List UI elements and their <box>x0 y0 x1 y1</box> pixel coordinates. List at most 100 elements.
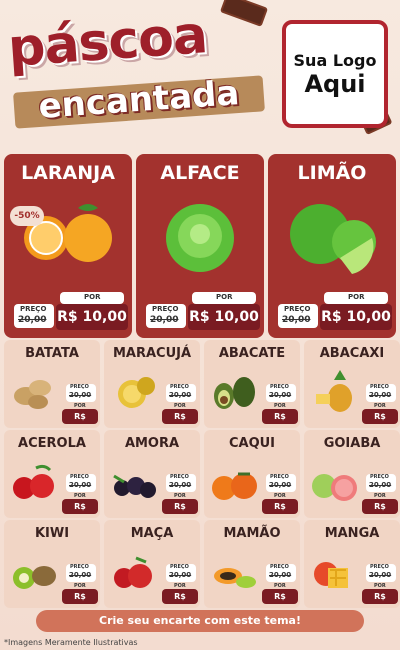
old-price: 20,00 <box>150 315 179 325</box>
apple-icon <box>114 556 152 588</box>
new-price: R$ 10,00 <box>188 304 260 330</box>
product-card[interactable]: KIWIPREÇO20,00PORR$ 10,00 <box>4 520 100 608</box>
product-name: ACEROLA <box>18 436 86 451</box>
new-price: R$ 10,00 <box>262 409 298 428</box>
disclaimer-note: *Imagens Meramente Ilustrativas <box>4 638 138 647</box>
title-line2-banner: encantada <box>13 73 265 129</box>
old-price: 20,00 <box>369 481 392 489</box>
product-card[interactable]: BATATAPREÇO20,00PORR$ 10,00 <box>4 340 100 428</box>
new-price: R$ 10,00 <box>56 304 128 330</box>
kiwi-icon <box>13 566 56 589</box>
old-price-box: PREÇO 20,00 <box>66 474 96 492</box>
featured-card[interactable]: ALFACE PREÇO 20,00 POR R$ 10,00 <box>136 154 264 338</box>
new-price: R$ 10,00 <box>162 589 198 608</box>
price-label: PREÇO <box>170 564 189 570</box>
old-price: 20,00 <box>269 391 292 399</box>
new-price: R$ 10,00 <box>362 589 398 608</box>
product-name: AMORA <box>124 436 180 451</box>
old-price: 20,00 <box>169 391 192 399</box>
new-price: R$ 10,00 <box>162 409 198 428</box>
product-name: MARACUJÁ <box>112 346 192 361</box>
new-price-tag: POR <box>192 292 256 304</box>
old-price-box: PREÇO 20,00 <box>366 384 396 402</box>
acerola-icon <box>13 464 54 499</box>
new-price-label: POR <box>348 293 365 301</box>
price-label: PREÇO <box>170 384 189 390</box>
product-card[interactable]: MAÇAPREÇO20,00PORR$ 10,00 <box>104 520 200 608</box>
logo-line1: Sua Logo <box>293 50 377 70</box>
product-name: ABACATE <box>218 346 286 361</box>
new-price: R$ 10,00 <box>362 499 398 518</box>
old-price-box: PREÇO 20,00 <box>146 304 186 328</box>
old-price-box: PREÇO 20,00 <box>266 474 296 492</box>
new-price-tag: POR <box>324 292 388 304</box>
passionfruit-icon <box>118 377 155 408</box>
new-price: R$ 10,00 <box>262 499 298 518</box>
product-card[interactable]: CAQUIPREÇO20,00PORR$ 10,00 <box>204 430 300 518</box>
old-price: 20,00 <box>282 315 311 325</box>
lime-icon <box>290 204 376 274</box>
product-name: BATATA <box>25 346 79 361</box>
product-name: LIMÃO <box>297 162 367 184</box>
title-line2: encantada <box>37 73 241 127</box>
product-card[interactable]: GOIABAPREÇO20,00PORR$ 10,00 <box>304 430 400 518</box>
price-label: PREÇO <box>270 474 289 480</box>
new-price: R$ 10,00 <box>62 409 98 428</box>
old-price: 20,00 <box>69 571 92 579</box>
new-price: R$ 10,00 <box>62 499 98 518</box>
new-price: R$ 10,00 <box>162 499 198 518</box>
product-card[interactable]: ABACAXIPREÇO20,00PORR$ 10,00 <box>304 340 400 428</box>
old-price: 20,00 <box>269 571 292 579</box>
new-price-label: POR <box>84 293 101 301</box>
old-price: 20,00 <box>18 315 47 325</box>
old-price: 20,00 <box>169 481 192 489</box>
old-price: 20,00 <box>369 391 392 399</box>
product-name: MAMÃO <box>223 526 281 541</box>
featured-card[interactable]: LIMÃO PREÇO 20,00 POR R$ 10,00 <box>268 154 396 338</box>
old-price: 20,00 <box>369 571 392 579</box>
cta-banner[interactable]: Crie seu encarte com este tema! <box>36 610 364 632</box>
product-card[interactable]: AMORAPREÇO20,00PORR$ 10,00 <box>104 430 200 518</box>
logo-placeholder[interactable]: Sua Logo Aqui <box>282 20 388 128</box>
price-label: PREÇO <box>370 564 389 570</box>
product-card[interactable]: MAMÃOPREÇO20,00PORR$ 10,00 <box>204 520 300 608</box>
mango-icon <box>314 562 348 588</box>
persimmon-icon <box>212 472 257 500</box>
logo-line2: Aqui <box>304 69 366 98</box>
flyer: páscoa encantada Sua Logo Aqui LARANJA -5… <box>0 0 400 650</box>
product-name: CAQUI <box>228 436 276 451</box>
title-line1: páscoa <box>6 5 209 79</box>
product-card[interactable]: MANGAPREÇO20,00PORR$ 10,00 <box>304 520 400 608</box>
price-label: PREÇO <box>370 474 389 480</box>
featured-card[interactable]: LARANJA -50% PREÇO 20,00 POR R$ 10,00 <box>4 154 132 338</box>
product-name: MAÇA <box>130 526 174 541</box>
old-price-box: PREÇO 20,00 <box>266 564 296 582</box>
product-name: MANGA <box>324 526 380 541</box>
blackberry-icon <box>113 474 156 498</box>
new-price: R$ 10,00 <box>62 589 98 608</box>
pineapple-icon <box>316 370 352 412</box>
product-card[interactable]: ACEROLAPREÇO20,00PORR$ 10,00 <box>4 430 100 518</box>
new-price: R$ 10,00 <box>362 409 398 428</box>
old-price-box: PREÇO 20,00 <box>266 384 296 402</box>
price-label: PREÇO <box>284 305 311 313</box>
new-price: R$ 10,00 <box>262 589 298 608</box>
product-name: KIWI <box>34 526 70 541</box>
new-price-tag: POR <box>60 292 124 304</box>
product-name: LARANJA <box>21 162 115 184</box>
guava-icon <box>312 474 357 501</box>
new-price: R$ 10,00 <box>320 304 392 330</box>
avocado-icon <box>214 377 255 409</box>
old-price-box: PREÇO 20,00 <box>66 564 96 582</box>
price-label: PREÇO <box>70 384 89 390</box>
old-price-box: PREÇO 20,00 <box>166 384 196 402</box>
product-card[interactable]: ABACATEPREÇO20,00PORR$ 10,00 <box>204 340 300 428</box>
price-label: PREÇO <box>370 384 389 390</box>
product-name: ALFACE <box>160 162 240 184</box>
product-card[interactable]: MARACUJÁPREÇO20,00PORR$ 10,00 <box>104 340 200 428</box>
old-price-box: PREÇO 20,00 <box>166 564 196 582</box>
price-label: PREÇO <box>270 384 289 390</box>
old-price-box: PREÇO 20,00 <box>366 474 396 492</box>
lettuce-icon <box>166 204 234 272</box>
discount-badge: -50% <box>10 206 44 226</box>
